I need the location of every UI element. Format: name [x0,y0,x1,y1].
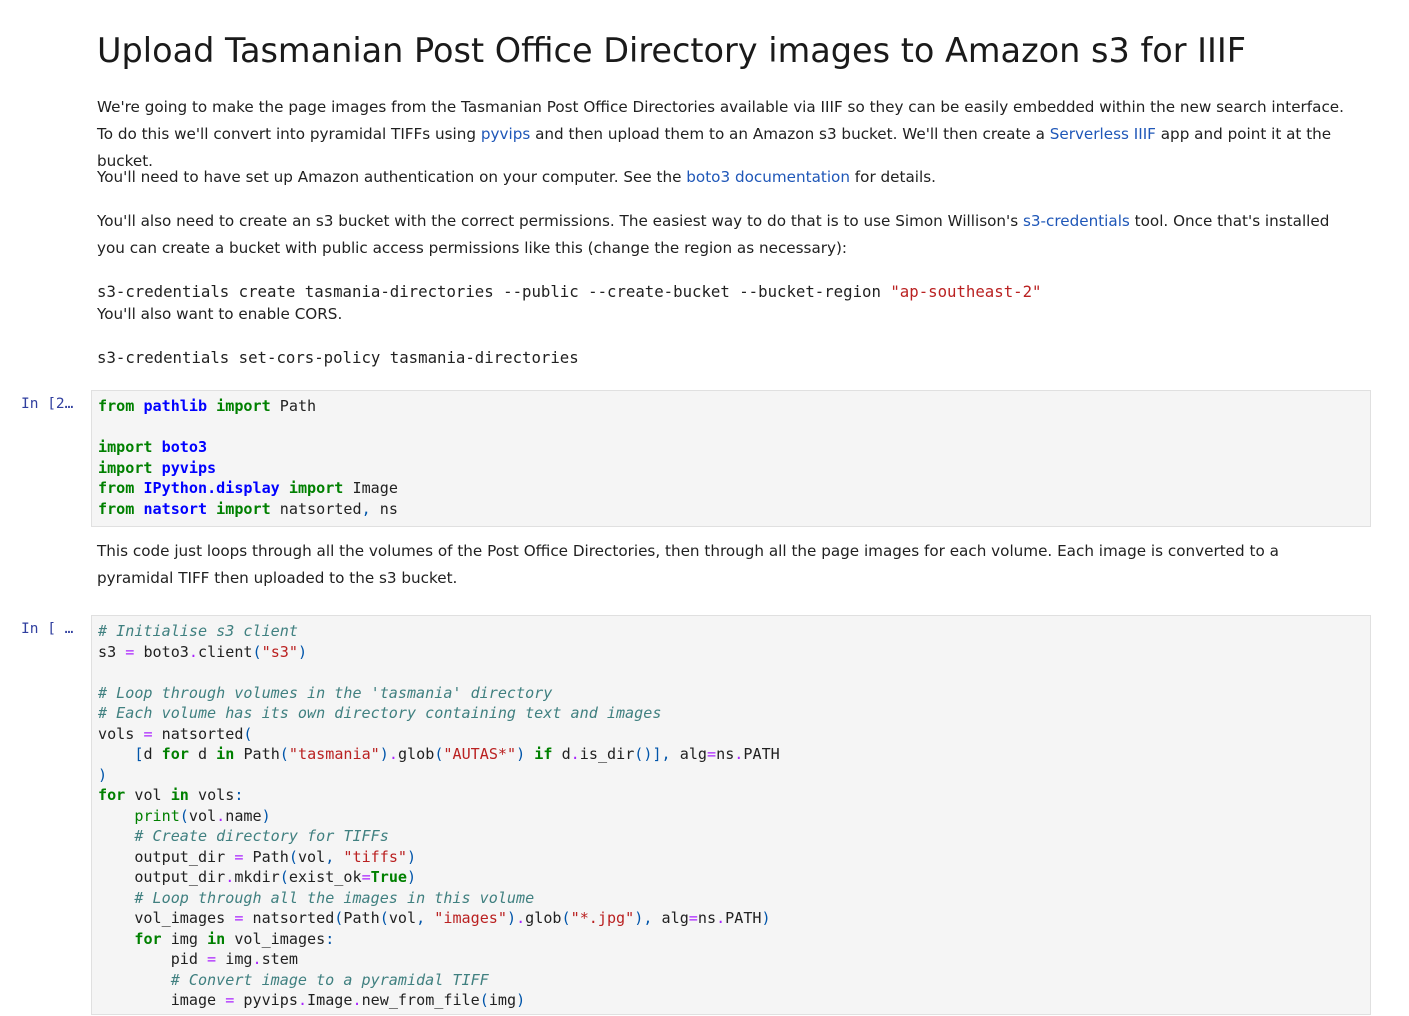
cors-command-text: s3-credentials set-cors-policy tasmania-… [97,348,579,367]
bucket-text: You'll also need to create an s3 bucket … [97,212,1023,230]
auth-text-2: for details. [849,168,936,186]
markdown-intro: We're going to make the page images from… [97,94,1357,175]
loop-paragraph: This code just loops through all the vol… [97,542,1279,587]
auth-text: You'll need to have set up Amazon authen… [97,168,687,186]
code-cell-2-source[interactable]: # Initialise s3 client s3 = boto3.client… [92,616,1370,1016]
code-cell-1-source[interactable]: from pathlib import Path import boto3 im… [92,391,1370,524]
cors-command: s3-credentials set-cors-policy tasmania-… [97,348,579,368]
notebook: Upload Tasmanian Post Office Directory i… [0,0,1409,1015]
intro-paragraph: We're going to make the page images from… [97,94,1357,175]
cell-1-prompt[interactable]: In [2… [21,396,85,412]
pyvips-link[interactable]: pyvips [481,125,530,143]
markdown-loop: This code just loops through all the vol… [97,538,1357,592]
s3-credentials-link[interactable]: s3-credentials [1023,212,1130,230]
cell-2-prompt[interactable]: In [ … [21,621,85,637]
boto3-documentation-link[interactable]: boto3 documentation [686,168,850,186]
cors-paragraph: You'll also want to enable CORS. [97,305,343,323]
bucket-paragraph: You'll also need to create an s3 bucket … [97,208,1357,262]
page-title: Upload Tasmanian Post Office Directory i… [97,31,1247,70]
code-cell-upload-loop[interactable]: # Initialise s3 client s3 = boto3.client… [91,615,1371,1015]
auth-paragraph: You'll need to have set up Amazon authen… [97,164,1357,191]
markdown-bucket: You'll also need to create an s3 bucket … [97,208,1357,262]
command-text: s3-credentials create tasmania-directori… [97,282,891,301]
markdown-auth: You'll need to have set up Amazon authen… [97,164,1357,191]
command-region-string: "ap-southeast-2" [890,282,1042,301]
code-cell-imports[interactable]: from pathlib import Path import boto3 im… [91,390,1371,527]
markdown-cors: You'll also want to enable CORS. [97,301,1357,328]
serverless-iiif-link[interactable]: Serverless IIIF [1050,125,1156,143]
intro-text-2: and then upload them to an Amazon s3 buc… [530,125,1050,143]
create-bucket-command: s3-credentials create tasmania-directori… [97,282,1041,302]
